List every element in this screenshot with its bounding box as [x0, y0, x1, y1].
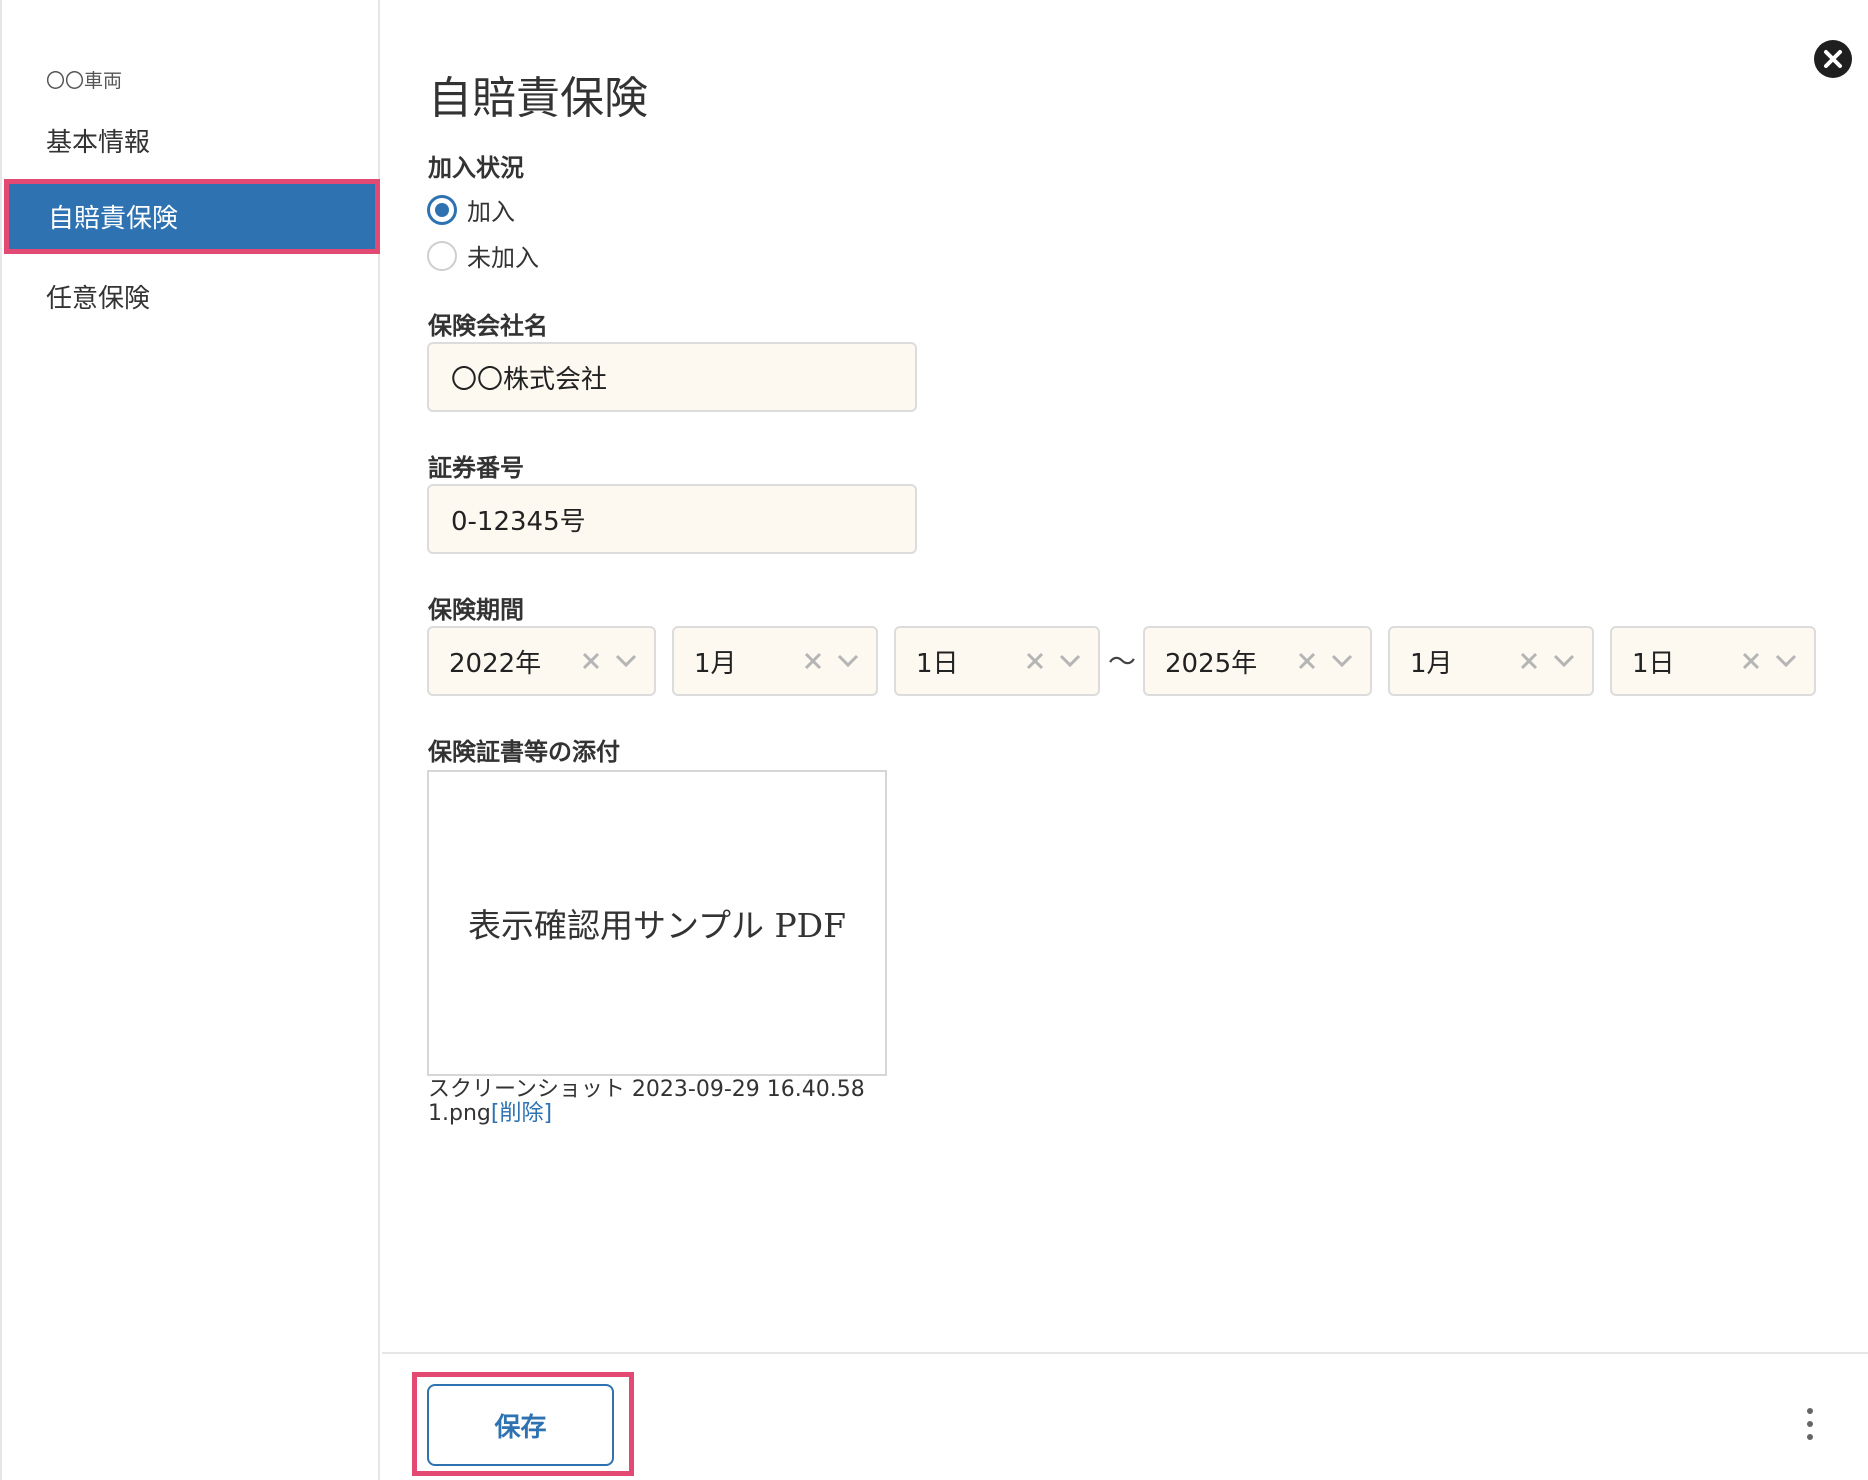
radio-not-enrolled-indicator[interactable] — [427, 240, 457, 271]
clear-icon[interactable] — [1290, 644, 1324, 678]
insurer-label: 保険会社名 — [428, 312, 548, 340]
end-year-select[interactable]: 2025年 — [1143, 626, 1372, 696]
sidebar-item-voluntary-insurance[interactable]: 任意保険 — [2, 260, 378, 332]
end-month-value: 1月 — [1410, 648, 1453, 679]
radio-enrolled[interactable]: 加入 — [427, 192, 515, 227]
start-day-value: 1日 — [916, 648, 959, 679]
insurer-input[interactable]: 〇〇株式会社 — [427, 342, 917, 412]
chevron-down-icon[interactable] — [1324, 644, 1360, 678]
attachment-filename-line2: 1.png — [428, 1101, 491, 1126]
chevron-down-icon[interactable] — [1052, 644, 1088, 678]
close-button[interactable] — [1814, 40, 1852, 78]
attachment-preview-text: 表示確認用サンプル PDF — [467, 906, 847, 945]
more-vertical-icon-dot — [1807, 1434, 1813, 1440]
start-year-select[interactable]: 2022年 — [427, 626, 656, 696]
more-vertical-icon — [1807, 1408, 1813, 1414]
policy-number-input[interactable]: 0-12345号 — [427, 484, 917, 554]
attachment-filename: スクリーンショット 2023-09-29 16.40.58 1.png[削除] — [428, 1078, 898, 1126]
chevron-down-icon[interactable] — [1768, 644, 1804, 678]
radio-not-enrolled[interactable]: 未加入 — [427, 238, 539, 273]
start-day-select[interactable]: 1日 — [894, 626, 1100, 696]
policy-number-label: 証券番号 — [428, 454, 524, 482]
page-title: 自賠責保険 — [428, 73, 648, 124]
clear-icon[interactable] — [1734, 644, 1768, 678]
clear-icon[interactable] — [796, 644, 830, 678]
start-month-value: 1月 — [694, 648, 737, 679]
radio-not-enrolled-label: 未加入 — [467, 244, 539, 272]
chevron-down-icon[interactable] — [608, 644, 644, 678]
more-vertical-icon-dot — [1807, 1421, 1813, 1427]
enrollment-label: 加入状況 — [428, 154, 524, 182]
vehicle-name: 〇〇車両 — [46, 70, 123, 92]
start-year-value: 2022年 — [449, 648, 542, 679]
delete-attachment-link[interactable]: [削除] — [491, 1101, 552, 1126]
chevron-down-icon[interactable] — [830, 644, 866, 678]
start-month-select[interactable]: 1月 — [672, 626, 878, 696]
attachment-filename-line1: スクリーンショット 2023-09-29 16.40.58 — [428, 1077, 865, 1102]
end-day-select[interactable]: 1日 — [1610, 626, 1816, 696]
sidebar-item-basic-info[interactable]: 基本情報 — [2, 104, 378, 176]
more-options-button[interactable] — [1800, 1404, 1820, 1444]
end-year-value: 2025年 — [1165, 648, 1258, 679]
sidebar: 〇〇車両 基本情報 自賠責保険 任意保険 — [0, 0, 380, 1480]
attachment-preview[interactable]: 表示確認用サンプル PDF — [427, 770, 887, 1076]
footer-divider — [382, 1352, 1868, 1354]
clear-icon[interactable] — [574, 644, 608, 678]
radio-enrolled-label: 加入 — [467, 198, 515, 226]
period-label: 保険期間 — [428, 596, 524, 624]
end-day-value: 1日 — [1632, 648, 1675, 679]
radio-enrolled-indicator[interactable] — [427, 194, 457, 225]
attachment-label: 保険証書等の添付 — [428, 738, 620, 766]
clear-icon[interactable] — [1512, 644, 1546, 678]
close-icon — [1824, 50, 1842, 68]
chevron-down-icon[interactable] — [1546, 644, 1582, 678]
end-month-select[interactable]: 1月 — [1388, 626, 1594, 696]
save-button[interactable]: 保存 — [427, 1384, 614, 1466]
clear-icon[interactable] — [1018, 644, 1052, 678]
period-separator: 〜 — [1108, 645, 1137, 678]
sidebar-item-compulsory-insurance[interactable]: 自賠責保険 — [4, 179, 380, 254]
